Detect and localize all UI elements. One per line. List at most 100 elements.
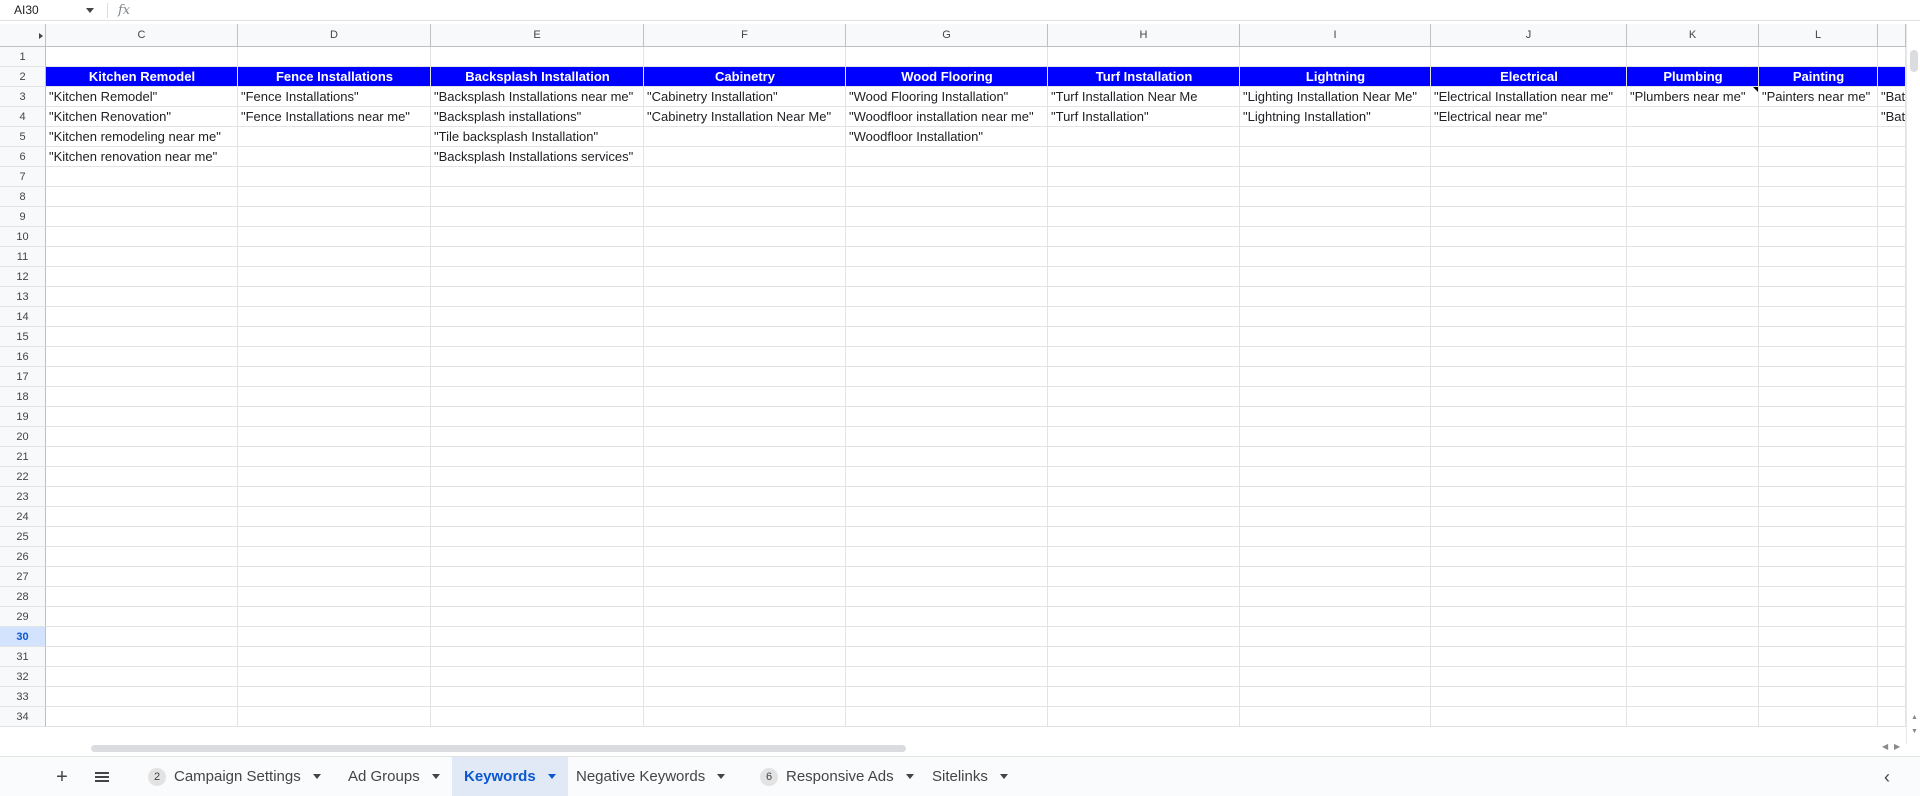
category-header-cell[interactable]: Wood Flooring <box>846 67 1048 86</box>
column-header[interactable]: F <box>644 24 846 47</box>
row-header[interactable]: 6 <box>0 147 46 167</box>
category-header-cell[interactable]: Fence Installations <box>238 67 431 86</box>
row-header[interactable]: 17 <box>0 367 46 387</box>
all-sheets-button[interactable] <box>90 765 114 789</box>
row-header[interactable]: 15 <box>0 327 46 347</box>
row-header[interactable]: 30 <box>0 627 46 647</box>
keyword-cell[interactable]: "Backsplash installations" <box>431 107 643 126</box>
row-header[interactable]: 9 <box>0 207 46 227</box>
keyword-cell[interactable]: "Fence Installations" <box>238 87 430 106</box>
row-header[interactable]: 2 <box>0 67 46 87</box>
keyword-cell[interactable]: "Plumbers near me" <box>1627 87 1758 106</box>
sheet-tab[interactable]: Sitelinks <box>920 757 1020 796</box>
category-header-cell[interactable]: Lightning <box>1240 67 1431 86</box>
column-header[interactable]: K <box>1627 24 1759 47</box>
sheet-tab[interactable]: 2 Campaign Settings <box>136 757 333 796</box>
column-header[interactable]: J <box>1431 24 1627 47</box>
chevron-down-icon[interactable] <box>86 7 94 13</box>
keyword-cell[interactable]: "Woodfloor installation near me" <box>846 107 1047 126</box>
chevron-down-icon[interactable] <box>431 774 440 779</box>
chevron-down-icon[interactable] <box>717 774 726 779</box>
row-header[interactable]: 21 <box>0 447 46 467</box>
row-header[interactable]: 12 <box>0 267 46 287</box>
keyword-cell[interactable]: "Fence Installations near me" <box>238 107 430 126</box>
keyword-cell[interactable]: "Woodfloor Installation" <box>846 127 1047 146</box>
category-header-cell[interactable]: Electrical <box>1431 67 1627 86</box>
sheet-tab[interactable]: 6 Responsive Ads <box>748 757 926 796</box>
chevron-left-icon[interactable]: ‹ <box>1884 767 1890 788</box>
spreadsheet-grid[interactable]: 1 2 3 4 5 6 7 8 9 10 11 12 13 14 15 16 17 18 19 20 21 22 23 24 2… <box>0 24 1920 744</box>
row-header[interactable]: 25 <box>0 527 46 547</box>
chevron-down-icon[interactable] <box>905 774 914 779</box>
row-header[interactable]: 32 <box>0 667 46 687</box>
horizontal-scrollbar[interactable]: ◀ ▶ <box>46 742 1906 754</box>
row-header[interactable]: 5 <box>0 127 46 147</box>
keyword-cell[interactable]: "Lightning Installation" <box>1240 107 1430 126</box>
keyword-cell[interactable]: "Tile backsplash Installation" <box>431 127 643 146</box>
vertical-scrollbar[interactable]: ▲ ▼ <box>1906 24 1920 744</box>
category-header-cell[interactable]: Painting <box>1759 67 1878 86</box>
keyword-cell[interactable]: "Cabinetry Installation" <box>644 87 845 106</box>
keyword-cell[interactable]: "Kitchen remodeling near me" <box>46 127 237 146</box>
row-header[interactable]: 18 <box>0 387 46 407</box>
row-header[interactable]: 1 <box>0 47 46 67</box>
column-header[interactable]: L <box>1759 24 1878 47</box>
row-header[interactable]: 28 <box>0 587 46 607</box>
column-header[interactable]: D <box>238 24 431 47</box>
scroll-right-icon[interactable]: ▶ <box>1894 742 1900 751</box>
keyword-cell[interactable]: "Turf Installation" <box>1048 107 1239 126</box>
row-header[interactable]: 8 <box>0 187 46 207</box>
horizontal-scroll-thumb[interactable] <box>91 745 906 752</box>
keyword-cell[interactable]: "Bat <box>1878 87 1905 106</box>
row-header[interactable]: 14 <box>0 307 46 327</box>
chevron-down-icon[interactable] <box>999 774 1008 779</box>
row-header[interactable]: 26 <box>0 547 46 567</box>
scroll-down-icon[interactable]: ▼ <box>1911 728 1918 735</box>
row-header[interactable]: 22 <box>0 467 46 487</box>
column-header[interactable]: E <box>431 24 644 47</box>
row-header[interactable]: 11 <box>0 247 46 267</box>
sheet-tab[interactable]: Ad Groups <box>336 757 452 796</box>
select-all-corner[interactable] <box>0 24 46 47</box>
row-header[interactable]: 10 <box>0 227 46 247</box>
scroll-up-icon[interactable]: ▲ <box>1911 714 1918 721</box>
column-header[interactable]: G <box>846 24 1048 47</box>
row-header[interactable]: 16 <box>0 347 46 367</box>
category-header-cell[interactable]: Kitchen Remodel <box>46 67 238 86</box>
row-header[interactable]: 33 <box>0 687 46 707</box>
column-header[interactable]: I <box>1240 24 1431 47</box>
row-header[interactable]: 3 <box>0 87 46 107</box>
category-header-cell[interactable]: Cabinetry <box>644 67 846 86</box>
keyword-cell[interactable]: "Wood Flooring Installation" <box>846 87 1047 106</box>
keyword-cell[interactable]: "Turf Installation Near Me <box>1048 87 1239 106</box>
column-header[interactable] <box>1878 24 1906 47</box>
column-header[interactable]: C <box>46 24 238 47</box>
chevron-down-icon[interactable] <box>547 774 556 779</box>
row-header[interactable]: 7 <box>0 167 46 187</box>
keyword-cell[interactable]: "Electrical Installation near me" <box>1431 87 1626 106</box>
sheet-tab[interactable]: Negative Keywords <box>564 757 737 796</box>
column-header[interactable]: H <box>1048 24 1240 47</box>
keyword-cell[interactable]: "Backsplash Installations services" <box>431 147 643 166</box>
row-header[interactable]: 31 <box>0 647 46 667</box>
keyword-cell[interactable]: "Painters near me" <box>1759 87 1877 106</box>
row-header[interactable]: 29 <box>0 607 46 627</box>
category-header-cell[interactable]: Turf Installation <box>1048 67 1240 86</box>
name-box[interactable]: AI30 <box>0 0 100 21</box>
row-header[interactable]: 4 <box>0 107 46 127</box>
keyword-cell[interactable]: "Lighting Installation Near Me" <box>1240 87 1430 106</box>
chevron-down-icon[interactable] <box>312 774 321 779</box>
row-header[interactable]: 19 <box>0 407 46 427</box>
row-header[interactable]: 27 <box>0 567 46 587</box>
add-sheet-button[interactable]: + <box>50 765 74 789</box>
keyword-cell[interactable]: "Kitchen Renovation" <box>46 107 237 126</box>
scroll-left-icon[interactable]: ◀ <box>1882 742 1888 751</box>
vertical-scroll-thumb[interactable] <box>1910 50 1918 72</box>
row-header[interactable]: 24 <box>0 507 46 527</box>
keyword-cell[interactable]: "Kitchen Remodel" <box>46 87 237 106</box>
row-header[interactable]: 13 <box>0 287 46 307</box>
keyword-cell[interactable]: "Backsplash Installations near me" <box>431 87 643 106</box>
sheet-tab[interactable]: Keywords <box>452 757 568 796</box>
keyword-cell[interactable]: "Cabinetry Installation Near Me" <box>644 107 845 126</box>
keyword-cell[interactable]: "Kitchen renovation near me" <box>46 147 237 166</box>
